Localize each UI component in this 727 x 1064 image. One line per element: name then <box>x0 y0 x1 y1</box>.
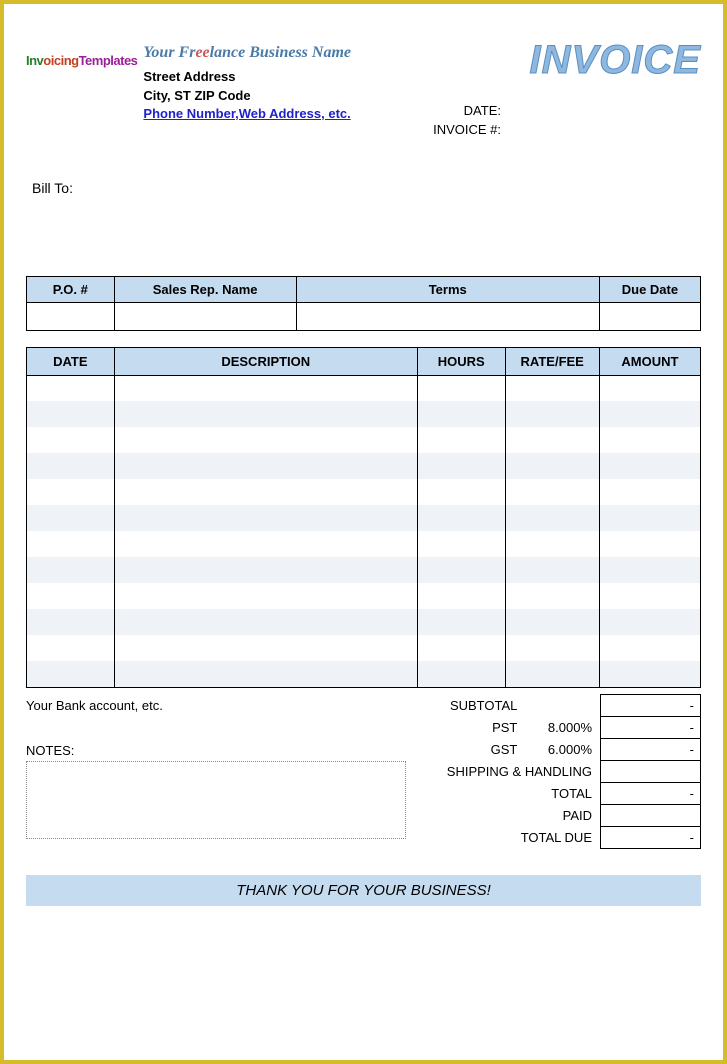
shipping-value <box>601 760 701 782</box>
notes-label: NOTES: <box>26 743 411 758</box>
gst-value: - <box>601 738 701 760</box>
total-value: - <box>601 782 701 804</box>
logo-part-3: Templates <box>79 53 138 68</box>
item-row <box>27 531 701 557</box>
item-row <box>27 557 701 583</box>
logo: InvoicingTemplates <box>26 52 137 70</box>
business-name: Your Freelance Business Name <box>143 42 351 64</box>
business-info: Your Freelance Business Name Street Addr… <box>143 24 351 123</box>
subtotal-value: - <box>601 694 701 716</box>
pst-value: - <box>601 716 701 738</box>
pst-label: PST <box>421 716 525 738</box>
item-row <box>27 375 701 401</box>
gst-rate: 6.000% <box>525 738 600 760</box>
header-hours: HOURS <box>417 347 505 375</box>
thank-you-message: THANK YOU FOR YOUR BUSINESS! <box>26 875 701 906</box>
item-row <box>27 479 701 505</box>
invoice-title: INVOICE <box>530 38 701 123</box>
header-description: DESCRIPTION <box>114 347 417 375</box>
shipping-label: SHIPPING & HANDLING <box>421 760 601 782</box>
header-item-date: DATE <box>27 347 115 375</box>
totals-left: Your Bank account, etc. NOTES: <box>26 694 411 849</box>
totals-right: SUBTOTAL- PST8.000%- GST6.000%- SHIPPING… <box>421 694 701 849</box>
header-sales-rep: Sales Rep. Name <box>114 276 296 302</box>
items-table: DATE DESCRIPTION HOURS RATE/FEE AMOUNT <box>26 347 701 688</box>
item-row <box>27 401 701 427</box>
header-rate: RATE/FEE <box>505 347 599 375</box>
cell-po <box>27 302 115 330</box>
info-table: P.O. # Sales Rep. Name Terms Due Date <box>26 276 701 331</box>
logo-part-2: oicing <box>43 53 78 68</box>
cell-due-date <box>599 302 700 330</box>
totals-table: SUBTOTAL- PST8.000%- GST6.000%- SHIPPING… <box>421 694 701 849</box>
header-due-date: Due Date <box>599 276 700 302</box>
pst-rate: 8.000% <box>525 716 600 738</box>
gst-label: GST <box>421 738 525 760</box>
subtotal-label: SUBTOTAL <box>421 694 525 716</box>
item-row <box>27 661 701 687</box>
invoice-number-label: INVOICE #: <box>26 120 501 140</box>
bank-info: Your Bank account, etc. <box>26 698 411 713</box>
item-row <box>27 635 701 661</box>
cell-sales-rep <box>114 302 296 330</box>
street-address: Street Address <box>143 68 351 86</box>
logo-part-1: Inv <box>26 53 43 68</box>
invoice-document: InvoicingTemplates Your Freelance Busine… <box>0 0 727 1064</box>
item-row <box>27 505 701 531</box>
item-row <box>27 427 701 453</box>
notes-box <box>26 761 406 839</box>
header-po: P.O. # <box>27 276 115 302</box>
bill-to-label: Bill To: <box>32 180 701 196</box>
totals-area: Your Bank account, etc. NOTES: SUBTOTAL -… <box>26 694 701 849</box>
total-due-label: TOTAL DUE <box>421 826 601 848</box>
item-row <box>27 609 701 635</box>
header-left: InvoicingTemplates Your Freelance Busine… <box>26 24 351 123</box>
city-state-zip: City, ST ZIP Code <box>143 87 351 105</box>
item-row <box>27 453 701 479</box>
contact-line: Phone Number,Web Address, etc. <box>143 105 351 123</box>
item-row <box>27 583 701 609</box>
header-amount: AMOUNT <box>599 347 700 375</box>
cell-terms <box>296 302 599 330</box>
paid-label: PAID <box>421 804 601 826</box>
header-terms: Terms <box>296 276 599 302</box>
total-due-value: - <box>601 826 701 848</box>
total-label: TOTAL <box>421 782 601 804</box>
paid-value <box>601 804 701 826</box>
